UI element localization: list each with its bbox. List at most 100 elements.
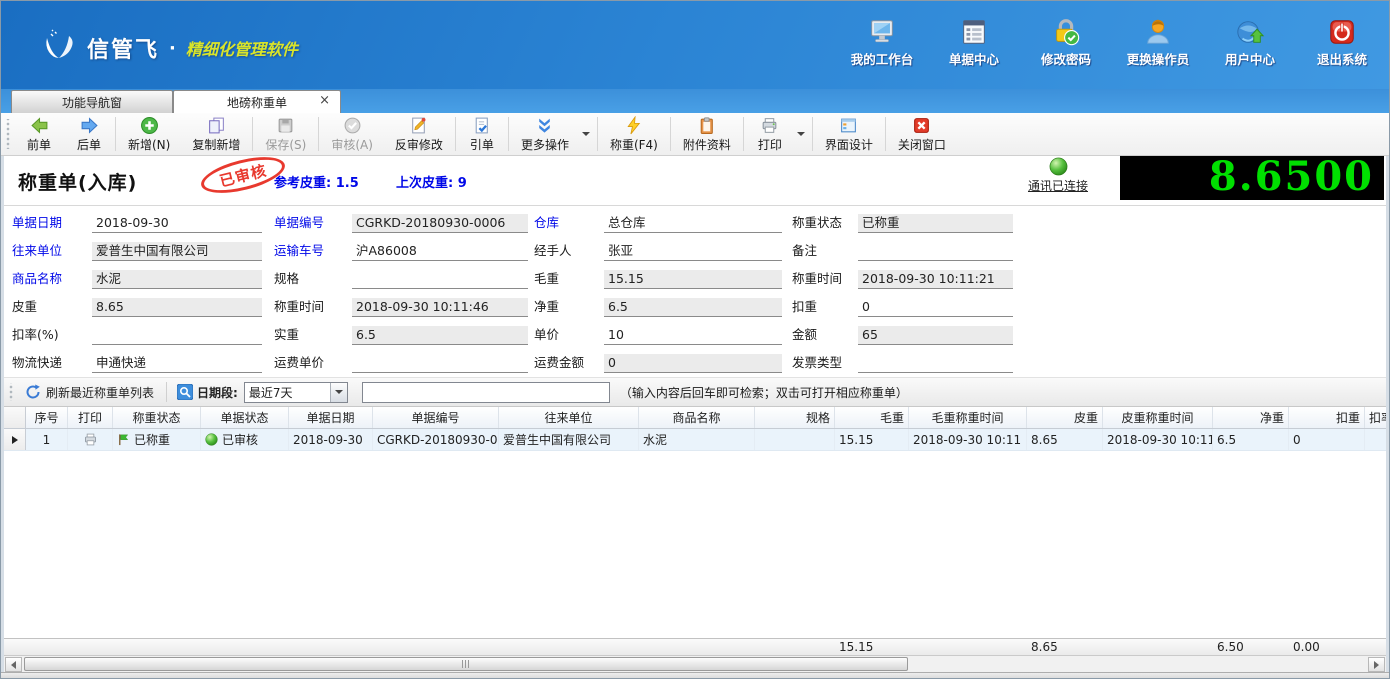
search-input[interactable] xyxy=(361,381,610,403)
summary-net: 6.50 xyxy=(1217,640,1244,654)
handler-field[interactable]: 张亚 xyxy=(604,242,782,261)
close-window-button[interactable]: 关闭窗口 xyxy=(887,113,957,155)
horizontal-scrollbar[interactable] xyxy=(4,655,1386,672)
deduct-rate-field[interactable] xyxy=(92,326,262,345)
grid-summary-row: 15.15 8.65 6.50 0.00 xyxy=(4,638,1386,655)
column-header-spec[interactable]: 规格 xyxy=(755,407,835,428)
unit-price-field[interactable]: 10 xyxy=(604,326,782,345)
column-header-doc-no[interactable]: 单据编号 xyxy=(373,407,499,428)
spec-field[interactable] xyxy=(352,270,528,289)
more-actions-dropdown[interactable] xyxy=(580,113,596,155)
dropdown-button[interactable] xyxy=(329,382,347,402)
gross-time-field[interactable]: 2018-09-30 10:11:21 xyxy=(858,270,1013,289)
field-label: 金额 xyxy=(792,327,818,342)
weigh-button[interactable]: 称重(F4) xyxy=(599,113,669,155)
cell-print[interactable] xyxy=(68,429,113,450)
print-dropdown[interactable] xyxy=(795,113,811,155)
refresh-list-button[interactable]: 刷新最近称重单列表 xyxy=(17,380,162,404)
freight-price-field[interactable] xyxy=(352,354,528,373)
column-header-deduct[interactable]: 扣重 xyxy=(1289,407,1365,428)
logistics-field[interactable]: 申通快递 xyxy=(92,354,262,373)
truck-no-field[interactable]: 沪A86008 xyxy=(352,242,528,261)
column-header-tare[interactable]: 皮重 xyxy=(1027,407,1103,428)
tab-function-navigator[interactable]: 功能导航窗 xyxy=(11,90,173,113)
audit-button[interactable]: 审核(A) xyxy=(320,113,384,155)
exit-system-button[interactable]: 退出系统 xyxy=(1309,17,1375,68)
doc-date-field[interactable]: 2018-09-30 xyxy=(92,214,262,233)
field-label: 单据日期 xyxy=(12,215,63,230)
connection-status[interactable]: 通讯已连接 xyxy=(1016,157,1100,194)
invoice-type-field[interactable] xyxy=(858,354,1013,373)
tab-weighbridge-doc[interactable]: 地磅称重单 × xyxy=(173,90,341,113)
window-bottom-edge xyxy=(1,672,1389,678)
scroll-right-button[interactable] xyxy=(1368,657,1385,672)
nav-label: 我的工作台 xyxy=(850,51,914,67)
cell-partner: 爱普生中国有限公司 xyxy=(499,429,639,450)
document-center-button[interactable]: 单据中心 xyxy=(941,17,1007,68)
column-header-product[interactable]: 商品名称 xyxy=(639,407,755,428)
remark-field[interactable] xyxy=(858,242,1013,261)
gross-weight-field[interactable]: 15.15 xyxy=(604,270,782,289)
unaudit-button[interactable]: 反审修改 xyxy=(384,113,454,155)
current-row-arrow-icon xyxy=(11,435,18,444)
last-tare-label: 上次皮重: 9 xyxy=(396,176,467,191)
table-row[interactable]: 1 已称重 已审核 2018-09-30 CGRKD-20180930-0 爱普… xyxy=(4,429,1386,451)
change-password-button[interactable]: 修改密码 xyxy=(1033,17,1099,68)
field-label: 称重状态 xyxy=(792,215,843,230)
search-filter-icon xyxy=(177,384,194,400)
attachments-button[interactable]: 附件资料 xyxy=(672,113,742,155)
column-header-gross[interactable]: 毛重 xyxy=(835,407,909,428)
more-actions-button[interactable]: 更多操作 xyxy=(510,113,580,155)
scrollbar-thumb[interactable] xyxy=(24,657,908,671)
field-label: 实重 xyxy=(274,327,300,342)
doc-no-field[interactable]: CGRKD-20180930-0006 xyxy=(352,214,528,233)
column-header-print[interactable]: 打印 xyxy=(68,407,113,428)
column-header-gross-time[interactable]: 毛重称重时间 xyxy=(909,407,1027,428)
field-label: 运输车号 xyxy=(274,243,325,258)
column-header-doc-date[interactable]: 单据日期 xyxy=(289,407,373,428)
amount-field[interactable]: 65 xyxy=(858,326,1013,345)
prev-doc-button[interactable]: 前单 xyxy=(14,113,64,155)
save-button[interactable]: 保存(S) xyxy=(254,113,317,155)
toolbar-grip[interactable] xyxy=(5,119,10,149)
column-header-net[interactable]: 净重 xyxy=(1213,407,1289,428)
print-button[interactable]: 打印 xyxy=(745,113,795,155)
freight-amount-field[interactable]: 0 xyxy=(604,354,782,373)
close-tab-icon[interactable]: × xyxy=(319,94,330,108)
tare-time-field[interactable]: 2018-09-30 10:11:46 xyxy=(352,298,528,317)
exit-system-icon xyxy=(1330,19,1354,44)
partner-field[interactable]: 爱普生中国有限公司 xyxy=(92,242,262,261)
ui-design-button[interactable]: 界面设计 xyxy=(814,113,884,155)
column-header-tare-time[interactable]: 皮重称重时间 xyxy=(1103,407,1213,428)
warehouse-field[interactable]: 总仓库 xyxy=(604,214,782,233)
my-workspace-button[interactable]: 我的工作台 xyxy=(849,17,915,68)
scrollbar-grip-icon xyxy=(462,660,470,668)
pull-doc-button[interactable]: 引单 xyxy=(457,113,507,155)
printer-icon xyxy=(763,117,777,133)
date-range-select[interactable]: 最近7天 xyxy=(243,381,348,403)
add-new-button[interactable]: 新增(N) xyxy=(117,113,181,155)
product-field[interactable]: 水泥 xyxy=(92,270,262,289)
column-header-doc-status[interactable]: 单据状态 xyxy=(201,407,289,428)
tare-weight-field[interactable]: 8.65 xyxy=(92,298,262,317)
filter-bar-grip[interactable] xyxy=(8,383,13,401)
column-header-weigh-status[interactable]: 称重状态 xyxy=(113,407,201,428)
user-center-button[interactable]: 用户中心 xyxy=(1217,17,1283,68)
scroll-left-button[interactable] xyxy=(5,657,22,672)
weigh-status-field[interactable]: 已称重 xyxy=(858,214,1013,233)
column-header-partner[interactable]: 往来单位 xyxy=(499,407,639,428)
cell-tare-time: 2018-09-30 10:11 xyxy=(1103,429,1213,450)
cell-gross: 15.15 xyxy=(835,429,909,450)
green-sphere-icon xyxy=(205,433,218,446)
switch-operator-button[interactable]: 更换操作员 xyxy=(1125,17,1191,68)
toolbar: 前单 后单 新增(N) 复制新增 保存(S) 审核(A) 反审修改 引单 更多操… xyxy=(1,113,1389,156)
field-label: 规格 xyxy=(274,271,300,286)
triangle-right-icon xyxy=(1374,660,1379,669)
net-weight-field[interactable]: 6.5 xyxy=(604,298,782,317)
actual-weight-field[interactable]: 6.5 xyxy=(352,326,528,345)
next-doc-button[interactable]: 后单 xyxy=(64,113,114,155)
deduct-weight-field[interactable]: 0 xyxy=(858,298,1013,317)
copy-new-button[interactable]: 复制新增 xyxy=(181,113,251,155)
column-header-seq[interactable]: 序号 xyxy=(26,407,68,428)
column-header-deduct-rate[interactable]: 扣率 xyxy=(1365,407,1386,428)
